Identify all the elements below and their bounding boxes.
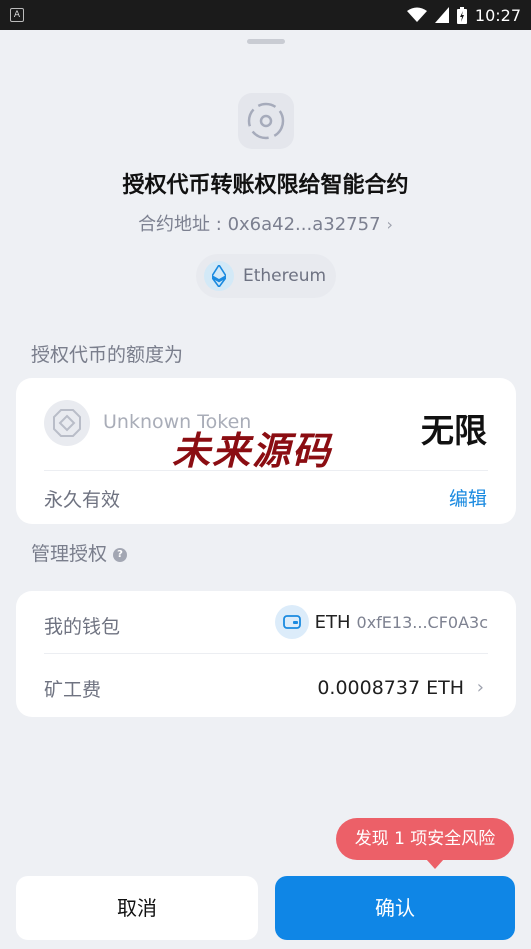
- divider: [44, 653, 488, 654]
- wallet-address: 0xfE13...CF0A3c: [356, 612, 488, 632]
- wallet-chain: ETH: [314, 611, 351, 633]
- allowance-card: Unknown Token 无限 永久有效 编辑: [16, 378, 516, 524]
- manage-section-label: 管理授权?: [31, 539, 128, 566]
- wallet-selector[interactable]: ETH 0xfE13...CF0A3c: [274, 605, 488, 639]
- security-risk-notice[interactable]: 发现 1 项安全风险: [336, 818, 514, 860]
- gas-fee-label: 矿工费: [44, 679, 102, 701]
- allowance-section-label: 授权代币的额度为: [31, 344, 184, 366]
- network-label: Ethereum: [243, 266, 327, 286]
- battery-icon: [456, 6, 467, 24]
- ethereum-icon: [204, 261, 234, 291]
- chevron-right-icon[interactable]: ›: [477, 677, 484, 698]
- wallet-label: 我的钱包: [44, 616, 121, 638]
- token-name: Unknown Token: [103, 411, 252, 433]
- status-icons: 10:27: [406, 0, 521, 30]
- app-notification-icon: A: [10, 8, 24, 22]
- help-icon[interactable]: ?: [113, 548, 128, 562]
- gas-fee-value[interactable]: 0.0008737 ETH: [317, 677, 464, 699]
- clock: 10:27: [474, 5, 521, 25]
- network-badge: Ethereum: [196, 254, 336, 298]
- signal-icon: [434, 7, 449, 23]
- chevron-right-icon: ›: [386, 215, 393, 234]
- drag-handle[interactable]: [247, 39, 285, 44]
- edit-link[interactable]: 编辑: [449, 484, 487, 511]
- status-bar: A 10:27: [0, 0, 531, 30]
- contract-icon: [238, 93, 294, 149]
- confirm-button[interactable]: 确认: [275, 876, 515, 940]
- validity-label: 永久有效: [44, 489, 121, 511]
- wifi-icon: [406, 7, 427, 22]
- contract-address-text: 合约地址 : 0x6a42...a32757: [138, 214, 381, 235]
- manage-section-text: 管理授权: [31, 543, 108, 565]
- allowance-amount: 无限: [421, 411, 487, 450]
- contract-address[interactable]: 合约地址 : 0x6a42...a32757 ›: [0, 210, 531, 236]
- wallet-icon: [274, 605, 309, 639]
- token-icon: [44, 400, 90, 446]
- risk-bubble-tail: [426, 859, 444, 869]
- manage-card: 我的钱包 ETH 0xfE13...CF0A3c 矿工费 0.0008737 E…: [16, 591, 516, 717]
- page-title: 授权代币转账权限给智能合约: [122, 173, 409, 198]
- authorization-sheet: 授权代币转账权限给智能合约 合约地址 : 0x6a42...a32757 › Et…: [0, 30, 531, 949]
- cancel-button[interactable]: 取消: [16, 876, 258, 940]
- divider: [44, 470, 488, 471]
